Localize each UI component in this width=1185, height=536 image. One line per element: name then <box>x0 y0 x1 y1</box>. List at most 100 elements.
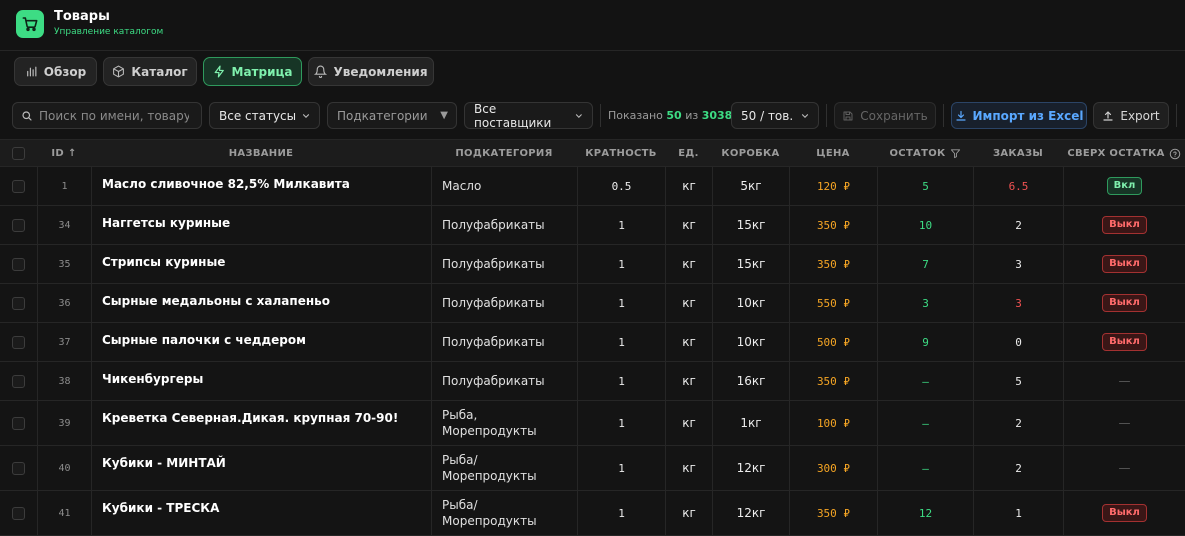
subcategory-cell[interactable]: Масло <box>431 167 577 205</box>
subcategory-line: Полуфабрикаты <box>442 374 545 388</box>
table-row[interactable]: 1 Масло сливочное 82,5% Милкавита Масло 0.5… <box>0 167 1185 206</box>
table-row[interactable]: 39 Креветка Северная.Дикая. крупная 70-90… <box>0 401 1185 446</box>
over-stock-toggle[interactable]: Выкл <box>1102 255 1147 273</box>
price-cell[interactable]: 120 ₽ <box>789 167 877 205</box>
box-cell[interactable]: 12кг <box>712 446 789 490</box>
table-row[interactable]: 34 Наггетсы куриные Полуфабрикаты 1 кг 15кг 35… <box>0 206 1185 245</box>
row-checkbox[interactable] <box>12 335 25 349</box>
table-row[interactable]: 36 Сырные медальоны с халапеньо Полуфабрик… <box>0 284 1185 323</box>
row-checkbox[interactable] <box>12 179 25 193</box>
col-name[interactable]: НАЗВАНИЕ <box>91 140 431 167</box>
name-cell[interactable]: Чикенбургеры <box>91 362 431 400</box>
col-id-label: ID <box>51 148 64 159</box>
name-cell[interactable]: Кубики - МИНТАЙ <box>91 446 431 490</box>
col-unit[interactable]: ЕД. <box>665 140 712 167</box>
help-circle-icon[interactable] <box>1169 148 1181 160</box>
tab-matrix[interactable]: Матрица <box>203 57 302 86</box>
subcategory-cell[interactable]: Рыба/Морепродукты <box>431 446 577 490</box>
multiplicity-cell[interactable]: 0.5 <box>577 167 665 205</box>
col-price[interactable]: ЦЕНА <box>789 140 877 167</box>
table-row[interactable]: 37 Сырные палочки с чеддером Полуфабрикаты… <box>0 323 1185 362</box>
orders-value: 2 <box>1015 416 1022 430</box>
price-cell[interactable]: 550 ₽ <box>789 284 877 322</box>
box-cell[interactable]: 15кг <box>712 245 789 283</box>
col-orders[interactable]: ЗАКАЗЫ <box>973 140 1063 167</box>
name-cell[interactable]: Стрипсы куриные <box>91 245 431 283</box>
box-cell[interactable]: 10кг <box>712 323 789 361</box>
multiplicity-cell[interactable]: 1 <box>577 446 665 490</box>
row-checkbox[interactable] <box>12 296 25 310</box>
name-cell[interactable]: Кубики - ТРЕСКА <box>91 491 431 535</box>
subcategory-cell[interactable]: Полуфабрикаты <box>431 206 577 244</box>
box-cell[interactable]: 10кг <box>712 284 789 322</box>
subcategory-cell[interactable]: Полуфабрикаты <box>431 362 577 400</box>
row-checkbox[interactable] <box>12 416 25 430</box>
table-row[interactable]: 41 Кубики - ТРЕСКА Рыба/Морепродукты 1 кг 12к… <box>0 491 1185 536</box>
col-subcategory[interactable]: ПОДКАТЕГОРИЯ <box>431 140 577 167</box>
multiplicity-cell[interactable]: 1 <box>577 491 665 535</box>
row-checkbox[interactable] <box>12 218 25 232</box>
price-cell[interactable]: 350 ₽ <box>789 245 877 283</box>
multiplicity-cell[interactable]: 1 <box>577 245 665 283</box>
price-cell[interactable]: 500 ₽ <box>789 323 877 361</box>
price-cell[interactable]: 100 ₽ <box>789 401 877 445</box>
over-stock-toggle[interactable]: Выкл <box>1102 333 1147 351</box>
name-cell[interactable]: Сырные медальоны с халапеньо <box>91 284 431 322</box>
filter-icon[interactable] <box>950 148 961 159</box>
row-checkbox[interactable] <box>12 461 25 475</box>
page-size-select[interactable]: 50 / тов. <box>731 102 819 129</box>
table-row[interactable]: 40 Кубики - МИНТАЙ Рыба/Морепродукты 1 кг 12к… <box>0 446 1185 491</box>
subcategory-filter-select[interactable]: Подкатегории ▼ <box>327 102 457 129</box>
row-checkbox[interactable] <box>12 257 25 271</box>
multiplicity-cell[interactable]: 1 <box>577 362 665 400</box>
search-box[interactable] <box>12 102 202 129</box>
select-all-checkbox[interactable] <box>12 147 25 160</box>
subcategory-cell[interactable]: Рыба, Морепродукты <box>431 401 577 445</box>
col-stock[interactable]: ОСТАТОК <box>877 140 973 167</box>
price-value: 100 ₽ <box>816 416 851 430</box>
export-button[interactable]: Export <box>1093 102 1169 129</box>
tab-overview[interactable]: Обзор <box>14 57 97 86</box>
col-box[interactable]: КОРОБКА <box>712 140 789 167</box>
search-input[interactable] <box>39 108 189 123</box>
price-cell[interactable]: 300 ₽ <box>789 446 877 490</box>
box-cell[interactable]: 5кг <box>712 167 789 205</box>
row-checkbox[interactable] <box>12 374 25 388</box>
import-excel-button[interactable]: Импорт из Excel <box>951 102 1087 129</box>
multiplicity-cell[interactable]: 1 <box>577 401 665 445</box>
multiplicity-cell[interactable]: 1 <box>577 323 665 361</box>
box-cell[interactable]: 12кг <box>712 491 789 535</box>
box-cell[interactable]: 15кг <box>712 206 789 244</box>
tab-catalog[interactable]: Каталог <box>103 57 197 86</box>
subcategory-cell[interactable]: Полуфабрикаты <box>431 323 577 361</box>
over-stock-toggle[interactable]: Выкл <box>1102 216 1147 234</box>
price-cell[interactable]: 350 ₽ <box>789 206 877 244</box>
price-cell[interactable]: 350 ₽ <box>789 491 877 535</box>
box-cell[interactable]: 1кг <box>712 401 789 445</box>
tab-notifications[interactable]: Уведомления <box>308 57 434 86</box>
orders-value: 2 <box>1015 218 1022 232</box>
subcategory-cell[interactable]: Полуфабрикаты <box>431 284 577 322</box>
subcategory-cell[interactable]: Полуфабрикаты <box>431 245 577 283</box>
multiplicity-cell[interactable]: 1 <box>577 284 665 322</box>
over-stock-toggle[interactable]: Выкл <box>1102 294 1147 312</box>
save-button[interactable]: Сохранить <box>834 102 936 129</box>
multiplicity-cell[interactable]: 1 <box>577 206 665 244</box>
name-cell[interactable]: Наггетсы куриные <box>91 206 431 244</box>
over-stock-toggle[interactable]: Вкл <box>1106 177 1143 195</box>
subcategory-cell[interactable]: Рыба/Морепродукты <box>431 491 577 535</box>
name-cell[interactable]: Масло сливочное 82,5% Милкавита <box>91 167 431 205</box>
box-cell[interactable]: 16кг <box>712 362 789 400</box>
table-row[interactable]: 38 Чикенбургеры Полуфабрикаты 1 кг 16кг 350 ₽ —… <box>0 362 1185 401</box>
col-multiplicity[interactable]: КРАТНОСТЬ <box>577 140 665 167</box>
status-filter-select[interactable]: Все статусы <box>209 102 320 129</box>
over-stock-toggle[interactable]: Выкл <box>1102 504 1147 522</box>
name-cell[interactable]: Креветка Северная.Дикая. крупная 70-90! <box>91 401 431 445</box>
supplier-filter-select[interactable]: Все поставщики <box>464 102 593 130</box>
col-id[interactable]: ID ↑ <box>37 140 91 167</box>
price-cell[interactable]: 350 ₽ <box>789 362 877 400</box>
row-checkbox[interactable] <box>12 506 25 520</box>
col-over-stock[interactable]: СВЕРХ ОСТАТКА <box>1063 140 1185 167</box>
name-cell[interactable]: Сырные палочки с чеддером <box>91 323 431 361</box>
table-row[interactable]: 35 Стрипсы куриные Полуфабрикаты 1 кг 15кг 350… <box>0 245 1185 284</box>
